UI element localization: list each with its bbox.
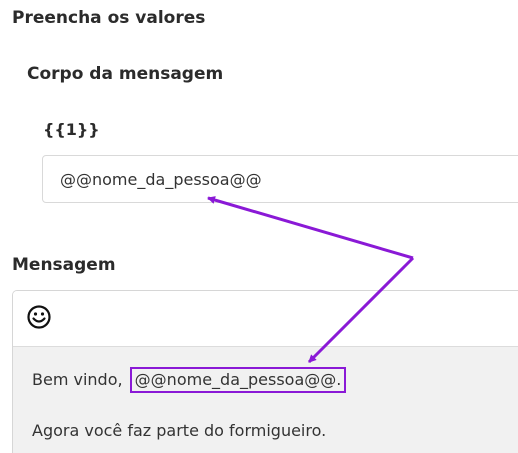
message-line-1: Bem vindo, @@nome_da_pessoa@@. [32, 367, 347, 393]
body-section-title: Corpo da mensagem [27, 64, 224, 84]
variable-1-input[interactable] [42, 155, 518, 203]
template-variables-form: Preencha os valores Corpo da mensagem {{… [0, 0, 518, 453]
variable-1-label: {{1}} [43, 120, 100, 139]
arrow-to-input [207, 196, 414, 260]
form-title: Preencha os valores [12, 8, 206, 28]
message-editor[interactable]: Bem vindo, @@nome_da_pessoa@@. Agora voc… [12, 290, 518, 453]
smiley-face-icon[interactable] [26, 304, 52, 330]
highlighted-variable: @@nome_da_pessoa@@. [129, 367, 347, 393]
message-label: Mensagem [12, 255, 116, 275]
greeting-text: Bem vindo, [32, 370, 123, 389]
message-line-2: Agora você faz parte do formigueiro. [32, 421, 327, 440]
editor-toolbar [13, 291, 518, 347]
